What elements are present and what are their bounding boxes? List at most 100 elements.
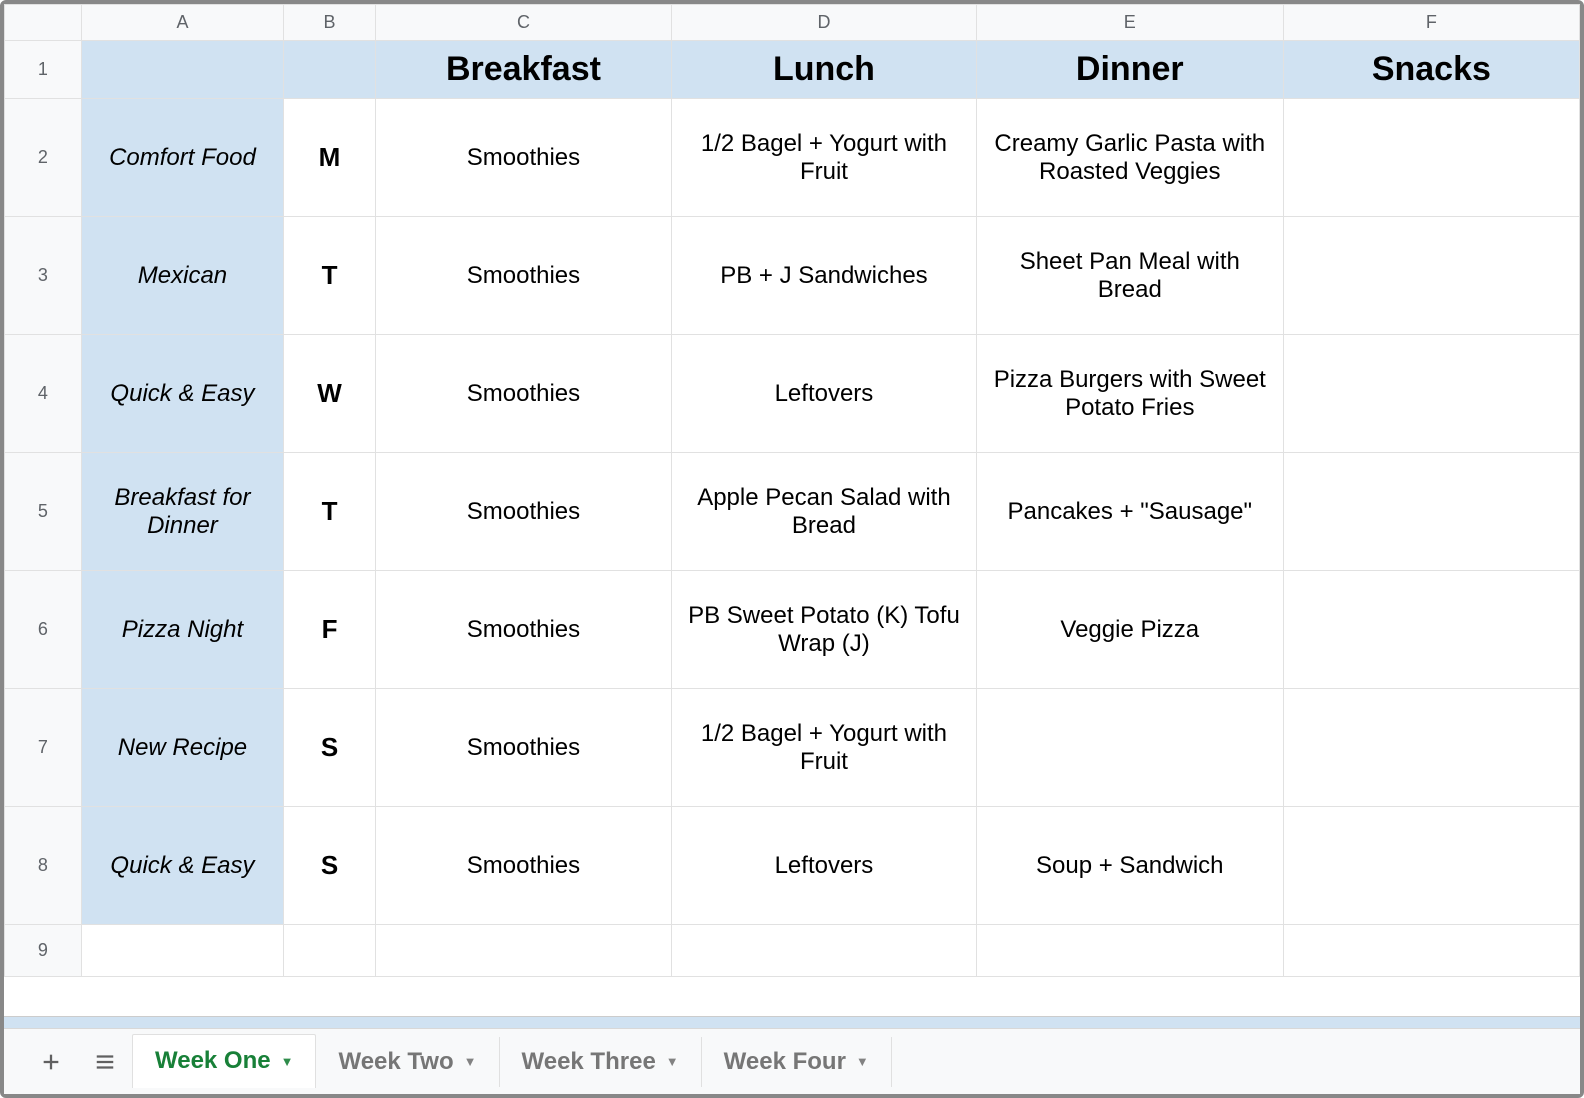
theme-cell[interactable]: New Recipe bbox=[81, 689, 283, 807]
cell-E9[interactable] bbox=[976, 925, 1283, 977]
dinner-cell[interactable]: Veggie Pizza bbox=[976, 571, 1283, 689]
cell-F9[interactable] bbox=[1283, 925, 1579, 977]
sheet-tab-label: Week Two bbox=[338, 1048, 453, 1076]
header-row: 1 Breakfast Lunch Dinner Snacks bbox=[5, 41, 1580, 99]
table-row: 3 Mexican T Smoothies PB + J Sandwiches … bbox=[5, 217, 1580, 335]
snacks-cell[interactable] bbox=[1283, 453, 1579, 571]
cell-D9[interactable] bbox=[672, 925, 977, 977]
dinner-cell[interactable]: Pancakes + "Sausage" bbox=[976, 453, 1283, 571]
snacks-cell[interactable] bbox=[1283, 217, 1579, 335]
cell-D1-lunch-header[interactable]: Lunch bbox=[672, 41, 977, 99]
chevron-down-icon[interactable]: ▼ bbox=[856, 1054, 869, 1069]
add-sheet-button[interactable] bbox=[24, 1043, 78, 1081]
plus-icon bbox=[40, 1051, 62, 1073]
lunch-cell[interactable]: 1/2 Bagel + Yogurt with Fruit bbox=[672, 99, 977, 217]
sheet-tab-label: Week One bbox=[155, 1047, 271, 1075]
sheet-tab-week-one[interactable]: Week One ▼ bbox=[132, 1034, 316, 1088]
day-cell[interactable]: S bbox=[284, 689, 376, 807]
snacks-cell[interactable] bbox=[1283, 807, 1579, 925]
chevron-down-icon[interactable]: ▼ bbox=[464, 1054, 477, 1069]
scroll-area-strip bbox=[4, 1016, 1580, 1028]
cell-B1[interactable] bbox=[284, 41, 376, 99]
day-cell[interactable]: M bbox=[284, 99, 376, 217]
cell-F1-snacks-header[interactable]: Snacks bbox=[1283, 41, 1579, 99]
cell-B9[interactable] bbox=[284, 925, 376, 977]
table-row: 6 Pizza Night F Smoothies PB Sweet Potat… bbox=[5, 571, 1580, 689]
breakfast-cell[interactable]: Smoothies bbox=[375, 689, 671, 807]
table-row: 2 Comfort Food M Smoothies 1/2 Bagel + Y… bbox=[5, 99, 1580, 217]
cell-E1-dinner-header[interactable]: Dinner bbox=[976, 41, 1283, 99]
theme-cell[interactable]: Quick & Easy bbox=[81, 335, 283, 453]
spreadsheet-window: A B C D E F 1 Breakfast Lunch Dinner bbox=[0, 0, 1584, 1098]
dinner-cell[interactable]: Creamy Garlic Pasta with Roasted Veggies bbox=[976, 99, 1283, 217]
lunch-cell[interactable]: 1/2 Bagel + Yogurt with Fruit bbox=[672, 689, 977, 807]
column-header-B[interactable]: B bbox=[284, 5, 376, 41]
row-number[interactable]: 7 bbox=[5, 689, 82, 807]
theme-cell[interactable]: Quick & Easy bbox=[81, 807, 283, 925]
cell-A1[interactable] bbox=[81, 41, 283, 99]
lunch-cell[interactable]: Apple Pecan Salad with Bread bbox=[672, 453, 977, 571]
lunch-cell[interactable]: Leftovers bbox=[672, 335, 977, 453]
cell-A9[interactable] bbox=[81, 925, 283, 977]
cell-C9[interactable] bbox=[375, 925, 671, 977]
theme-cell[interactable]: Pizza Night bbox=[81, 571, 283, 689]
row-number[interactable]: 5 bbox=[5, 453, 82, 571]
snacks-cell[interactable] bbox=[1283, 99, 1579, 217]
table-row: 8 Quick & Easy S Smoothies Leftovers Sou… bbox=[5, 807, 1580, 925]
column-header-A[interactable]: A bbox=[81, 5, 283, 41]
empty-row: 9 bbox=[5, 925, 1580, 977]
day-cell[interactable]: T bbox=[284, 453, 376, 571]
row-number[interactable]: 3 bbox=[5, 217, 82, 335]
column-header-row: A B C D E F bbox=[5, 5, 1580, 41]
table-row: 7 New Recipe S Smoothies 1/2 Bagel + Yog… bbox=[5, 689, 1580, 807]
row-number[interactable]: 2 bbox=[5, 99, 82, 217]
day-cell[interactable]: T bbox=[284, 217, 376, 335]
breakfast-cell[interactable]: Smoothies bbox=[375, 453, 671, 571]
dinner-cell[interactable]: Pizza Burgers with Sweet Potato Fries bbox=[976, 335, 1283, 453]
column-header-E[interactable]: E bbox=[976, 5, 1283, 41]
day-cell[interactable]: W bbox=[284, 335, 376, 453]
dinner-cell[interactable] bbox=[976, 689, 1283, 807]
menu-icon bbox=[94, 1051, 116, 1073]
lunch-cell[interactable]: PB Sweet Potato (K) Tofu Wrap (J) bbox=[672, 571, 977, 689]
row-number-9[interactable]: 9 bbox=[5, 925, 82, 977]
sheet-tab-label: Week Three bbox=[522, 1048, 656, 1076]
breakfast-cell[interactable]: Smoothies bbox=[375, 571, 671, 689]
row-number[interactable]: 8 bbox=[5, 807, 82, 925]
snacks-cell[interactable] bbox=[1283, 571, 1579, 689]
lunch-cell[interactable]: Leftovers bbox=[672, 807, 977, 925]
snacks-cell[interactable] bbox=[1283, 335, 1579, 453]
day-cell[interactable]: F bbox=[284, 571, 376, 689]
column-header-F[interactable]: F bbox=[1283, 5, 1579, 41]
row-number[interactable]: 4 bbox=[5, 335, 82, 453]
spreadsheet-grid[interactable]: A B C D E F 1 Breakfast Lunch Dinner bbox=[4, 4, 1580, 1016]
lunch-cell[interactable]: PB + J Sandwiches bbox=[672, 217, 977, 335]
breakfast-cell[interactable]: Smoothies bbox=[375, 217, 671, 335]
row-number-1[interactable]: 1 bbox=[5, 41, 82, 99]
sheet-tab-week-four[interactable]: Week Four ▼ bbox=[702, 1037, 892, 1087]
breakfast-cell[interactable]: Smoothies bbox=[375, 99, 671, 217]
sheet-tab-week-two[interactable]: Week Two ▼ bbox=[316, 1037, 499, 1087]
theme-cell[interactable]: Comfort Food bbox=[81, 99, 283, 217]
chevron-down-icon[interactable]: ▼ bbox=[666, 1054, 679, 1069]
sheet-tab-label: Week Four bbox=[724, 1048, 846, 1076]
day-cell[interactable]: S bbox=[284, 807, 376, 925]
theme-cell[interactable]: Breakfast for Dinner bbox=[81, 453, 283, 571]
table-row: 5 Breakfast for Dinner T Smoothies Apple… bbox=[5, 453, 1580, 571]
sheet-tabs-bar: Week One ▼ Week Two ▼ Week Three ▼ Week … bbox=[4, 1028, 1580, 1094]
column-header-D[interactable]: D bbox=[672, 5, 977, 41]
breakfast-cell[interactable]: Smoothies bbox=[375, 807, 671, 925]
column-header-C[interactable]: C bbox=[375, 5, 671, 41]
dinner-cell[interactable]: Sheet Pan Meal with Bread bbox=[976, 217, 1283, 335]
theme-cell[interactable]: Mexican bbox=[81, 217, 283, 335]
sheet-tab-week-three[interactable]: Week Three ▼ bbox=[500, 1037, 702, 1087]
select-all-corner[interactable] bbox=[5, 5, 82, 41]
chevron-down-icon[interactable]: ▼ bbox=[281, 1054, 294, 1069]
snacks-cell[interactable] bbox=[1283, 689, 1579, 807]
all-sheets-button[interactable] bbox=[78, 1043, 132, 1081]
cell-C1-breakfast-header[interactable]: Breakfast bbox=[375, 41, 671, 99]
table-row: 4 Quick & Easy W Smoothies Leftovers Piz… bbox=[5, 335, 1580, 453]
dinner-cell[interactable]: Soup + Sandwich bbox=[976, 807, 1283, 925]
breakfast-cell[interactable]: Smoothies bbox=[375, 335, 671, 453]
row-number[interactable]: 6 bbox=[5, 571, 82, 689]
